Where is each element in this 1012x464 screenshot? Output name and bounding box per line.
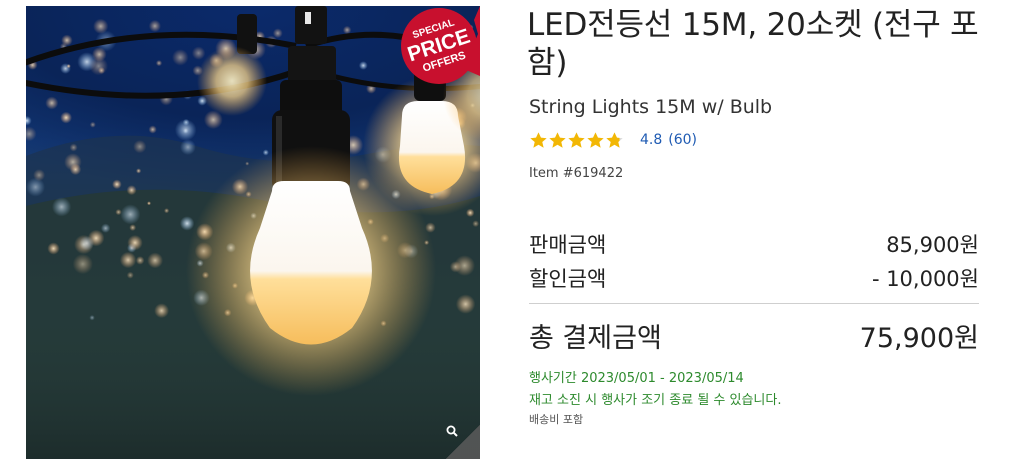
zoom-button[interactable] bbox=[446, 425, 480, 459]
rating-row[interactable]: 4.8 (60) bbox=[529, 130, 697, 150]
promotion-note: 재고 소진 시 행사가 조기 종료 될 수 있습니다. bbox=[529, 393, 782, 408]
zoom-icon bbox=[446, 425, 458, 437]
discount-label: 할인금액 bbox=[529, 267, 607, 291]
product-title: LED전등선 15M, 20소켓 (전구 포함) bbox=[527, 7, 979, 81]
star-icon bbox=[568, 131, 585, 148]
star-icon bbox=[549, 131, 566, 148]
discount-row: 할인금액 - 10,000원 bbox=[529, 263, 979, 293]
product-image[interactable]: SPECIAL PRICE OFFERS bbox=[26, 6, 480, 459]
review-count-link[interactable]: (60) bbox=[668, 132, 697, 148]
star-icon bbox=[606, 131, 623, 148]
star-rating bbox=[529, 131, 624, 150]
product-photo: SPECIAL PRICE OFFERS bbox=[26, 6, 480, 459]
item-number: Item #619422 bbox=[529, 166, 624, 181]
total-price-value: 75,900원 bbox=[859, 323, 979, 354]
shipping-note: 배송비 포함 bbox=[529, 413, 584, 426]
promotion-period: 행사기간 2023/05/01 - 2023/05/14 bbox=[529, 371, 744, 386]
sale-price-value: 85,900원 bbox=[886, 233, 979, 257]
product-subtitle: String Lights 15M w/ Bulb bbox=[529, 96, 773, 118]
total-price-row: 총 결제금액 75,900원 bbox=[529, 316, 979, 355]
sale-price-row: 판매금액 85,900원 bbox=[529, 229, 979, 259]
rating-value[interactable]: 4.8 bbox=[640, 132, 662, 148]
sale-price-label: 판매금액 bbox=[529, 233, 607, 257]
star-icon bbox=[587, 131, 604, 148]
total-price-label: 총 결제금액 bbox=[529, 323, 662, 354]
star-icon bbox=[530, 131, 547, 148]
discount-value: - 10,000원 bbox=[871, 267, 979, 291]
price-divider bbox=[529, 303, 979, 304]
